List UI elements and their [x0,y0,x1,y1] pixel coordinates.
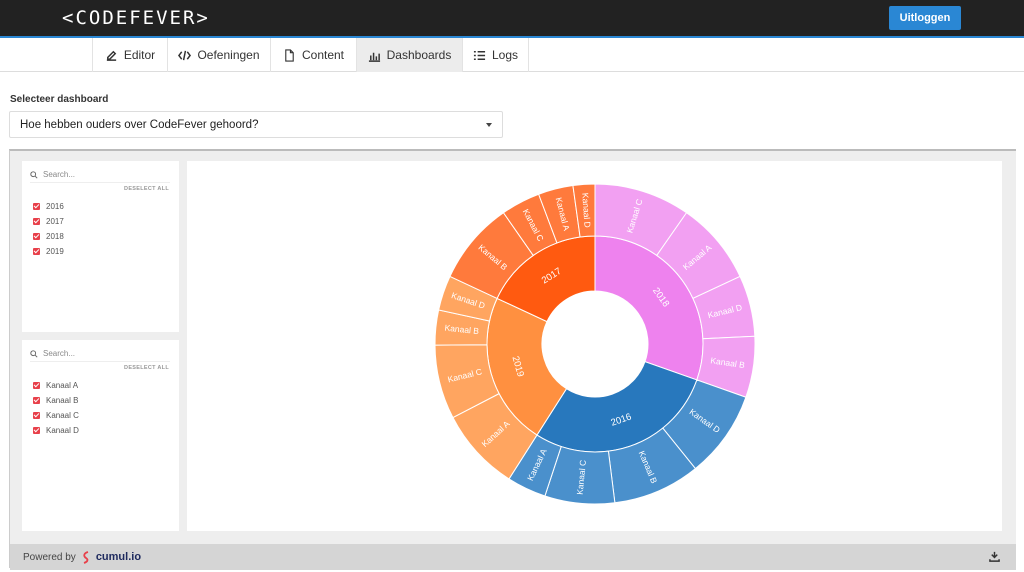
tab-editor[interactable]: Editor [92,38,167,72]
logout-button[interactable]: Uitloggen [889,6,961,30]
channel-search-input[interactable]: Search... [30,346,170,362]
checkbox-checked-icon[interactable] [33,412,40,419]
top-bar: <CODEFEVER> Uitloggen [0,0,1024,36]
search-icon [30,349,38,358]
channel-filter: Search... DESELECT ALL Kanaal A Kanaal B… [22,340,179,531]
edit-icon [106,50,117,61]
option-label: Kanaal A [46,381,79,390]
sunburst-chart-panel: 2018 Kanaal C Kanaal A Kanaal D Kanaal B 2016… [187,161,1002,531]
option-label: 2018 [46,232,64,241]
tab-oefeningen-label: Oefeningen [197,48,260,62]
year-option[interactable]: 2016 [33,199,64,214]
year-option[interactable]: 2018 [33,229,64,244]
cumulio-logo-icon [83,551,89,564]
download-icon[interactable] [989,551,1000,562]
tab-logs-label: Logs [491,48,519,62]
option-label: 2016 [46,202,64,211]
tab-oefeningen[interactable]: Oefeningen [167,38,270,72]
cumulio-brand[interactable]: cumul.io [96,551,141,563]
dashboard-footer: Powered by cumul.io [10,544,1016,570]
list-icon [473,50,486,60]
year-search-placeholder: Search... [43,170,76,179]
codefever-logo[interactable]: <CODEFEVER> [62,7,210,29]
channel-search-placeholder: Search... [43,349,76,358]
checkbox-checked-icon[interactable] [33,203,40,210]
option-label: 2017 [46,217,64,226]
checkbox-checked-icon[interactable] [33,382,40,389]
year-deselect-all[interactable]: DESELECT ALL [124,186,169,192]
tab-content-label: Content [301,48,345,62]
tab-editor-label: Editor [123,48,156,62]
option-label: Kanaal C [46,411,79,420]
powered-by-label: Powered by [23,551,76,563]
channel-option[interactable]: Kanaal A [33,378,79,393]
search-icon [30,170,38,179]
tab-content[interactable]: Content [270,38,356,72]
tab-dashboards[interactable]: Dashboards [356,38,462,72]
year-option[interactable]: 2017 [33,214,64,229]
checkbox-checked-icon[interactable] [33,248,40,255]
select-dashboard-label: Selecteer dashboard [10,94,109,105]
checkbox-checked-icon[interactable] [33,427,40,434]
nav-bar: Editor Oefeningen Content Dashboards Log… [0,36,1024,72]
bar-chart-icon [368,52,380,62]
channel-option[interactable]: Kanaal C [33,408,79,423]
dashboard-select-value: Hoe hebben ouders over CodeFever gehoord… [20,118,259,131]
checkbox-checked-icon[interactable] [33,233,40,240]
channel-option[interactable]: Kanaal B [33,393,79,408]
tab-logs[interactable]: Logs [462,38,529,72]
channel-option[interactable]: Kanaal D [33,423,79,438]
option-label: Kanaal D [46,426,79,435]
year-option[interactable]: 2019 [33,244,64,259]
dashboard-select[interactable]: Hoe hebben ouders over CodeFever gehoord… [9,111,503,138]
caret-down-icon [486,123,492,127]
option-label: Kanaal B [46,396,79,405]
sunburst-chart: 2018Kanaal CKanaal AKanaal DKanaal B2016… [434,183,756,505]
dashboard-frame: Search... DESELECT ALL 2016 2017 2018 20… [9,149,1016,570]
checkbox-checked-icon[interactable] [33,218,40,225]
year-filter: Search... DESELECT ALL 2016 2017 2018 20… [22,161,179,332]
option-label: 2019 [46,247,64,256]
checkbox-checked-icon[interactable] [33,397,40,404]
code-icon [178,50,192,60]
year-search-input[interactable]: Search... [30,167,170,183]
channel-deselect-all[interactable]: DESELECT ALL [124,365,169,371]
tab-dashboards-label: Dashboards [386,48,452,62]
file-icon [285,48,294,62]
